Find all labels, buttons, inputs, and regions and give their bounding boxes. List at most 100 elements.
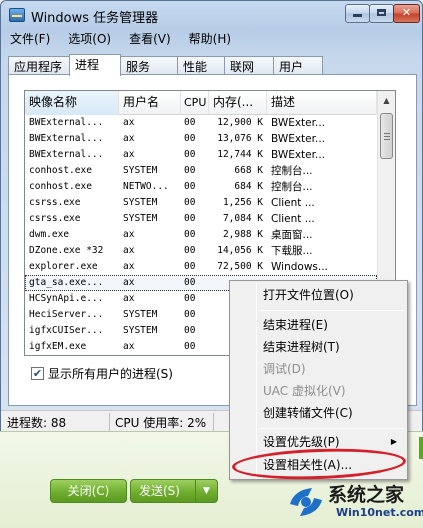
process-user: ax: [123, 133, 135, 144]
process-name: BWExternal...: [29, 149, 104, 160]
process-cpu: 00: [184, 197, 196, 208]
column-description[interactable]: 描述: [267, 91, 377, 115]
title-bar[interactable]: Windows 任务管理器 ✕: [1, 1, 422, 29]
submenu-arrow-icon: ▶: [390, 437, 397, 446]
process-user: SYSTEM: [123, 309, 158, 320]
process-memory: 13,076 K: [217, 133, 263, 144]
process-description: Client ...: [271, 213, 315, 225]
column-memory[interactable]: 内存(...: [209, 91, 267, 115]
send-dropdown-icon[interactable]: ▼: [195, 480, 217, 502]
process-user: NETWO...: [123, 181, 169, 192]
cpu-usage: CPU 使用率: 2%: [115, 416, 207, 430]
menu-file[interactable]: 文件(F): [1, 28, 59, 48]
tab-users[interactable]: 用户: [273, 56, 323, 75]
scroll-up-icon[interactable]: ▲: [380, 93, 393, 108]
menu-bar: 文件(F) 选项(O) 查看(V) 帮助(H): [1, 28, 422, 48]
menu-end-process[interactable]: 结束进程(E): [232, 314, 405, 336]
process-row[interactable]: BWExternal... ax 00 12,744 K BWExter...: [25, 147, 377, 163]
process-user: SYSTEM: [123, 213, 158, 224]
close-button[interactable]: ✕: [393, 4, 420, 23]
process-row[interactable]: conhost.exe NETWO... 00 684 K 控制台...: [25, 179, 377, 195]
menu-create-dump-file[interactable]: 创建转储文件(C): [232, 402, 405, 424]
process-user: SYSTEM: [123, 325, 158, 336]
process-cpu: 00: [184, 149, 196, 160]
process-name: conhost.exe: [29, 165, 92, 176]
show-all-users-checkbox[interactable]: ✔: [31, 366, 44, 380]
window-title: Windows 任务管理器: [31, 11, 159, 26]
process-user: ax: [123, 149, 135, 160]
process-cpu: 00: [184, 165, 196, 176]
menu-end-process-tree[interactable]: 结束进程树(T): [232, 336, 405, 358]
column-user-name[interactable]: 用户名: [119, 91, 181, 115]
menu-options[interactable]: 选项(O): [59, 28, 120, 48]
show-all-users-option[interactable]: ✔ 显示所有用户的进程(S): [31, 365, 173, 381]
process-row[interactable]: DZone.exe *32 ax 00 14,056 K 下载服...: [25, 243, 377, 259]
process-cpu: 00: [184, 117, 196, 128]
process-name: conhost.exe: [29, 181, 92, 192]
process-row[interactable]: explorer.exe ax 00 72,500 K Windows...: [25, 259, 377, 275]
tab-processes[interactable]: 进程: [69, 54, 121, 76]
process-name: csrss.exe: [29, 213, 81, 224]
process-description: Windows...: [271, 261, 328, 273]
chat-send-button[interactable]: 发送(S) ▼: [130, 479, 218, 503]
watermark-logo-icon: [290, 488, 322, 516]
menu-open-file-location[interactable]: 打开文件位置(O): [232, 284, 405, 306]
menu-separator: [260, 428, 404, 429]
process-row[interactable]: csrss.exe SYSTEM 00 7,084 K Client ...: [25, 211, 377, 227]
watermark: 系统之家 Win10net.com: [286, 478, 423, 528]
process-user: ax: [123, 229, 135, 240]
maximize-icon: [377, 9, 386, 16]
scroll-thumb[interactable]: [380, 113, 393, 159]
tab-applications[interactable]: 应用程序: [8, 56, 70, 75]
process-memory: 12,744 K: [217, 149, 263, 160]
process-row[interactable]: conhost.exe SYSTEM 00 668 K 控制台...: [25, 163, 377, 179]
process-description: 下载服...: [271, 245, 313, 257]
process-memory: 2,988 K: [222, 229, 263, 240]
process-cpu: 00: [184, 293, 196, 304]
process-row[interactable]: BWExternal... ax 00 12,900 K BWExter...: [25, 115, 377, 131]
process-memory: 14,056 K: [217, 245, 263, 256]
process-cpu: 00: [184, 229, 196, 240]
process-description: BWExter...: [271, 133, 326, 145]
process-name: csrss.exe: [29, 197, 81, 208]
process-user: SYSTEM: [123, 197, 158, 208]
process-user: ax: [123, 341, 135, 352]
tab-networking[interactable]: 联网: [224, 56, 274, 75]
chat-window-edge: [419, 437, 423, 459]
show-all-users-label: 显示所有用户的进程(S): [48, 366, 173, 381]
process-cpu: 00: [184, 213, 196, 224]
menu-view[interactable]: 查看(V): [120, 28, 180, 48]
status-divider: [213, 413, 214, 431]
process-description: 控制台...: [271, 181, 313, 193]
process-list-header: 映像名称 用户名 CPU 内存(... 描述: [25, 91, 377, 115]
tab-services[interactable]: 服务: [120, 56, 178, 75]
process-row[interactable]: dwm.exe ax 00 2,988 K 桌面窗...: [25, 227, 377, 243]
process-memory: 12,900 K: [217, 117, 263, 128]
process-name: DZone.exe *32: [29, 245, 104, 256]
process-name: BWExternal...: [29, 117, 104, 128]
menu-debug: 调试(D): [263, 362, 306, 376]
minimize-button[interactable]: [345, 4, 370, 23]
process-cpu: 00: [184, 261, 196, 272]
column-image-name[interactable]: 映像名称: [25, 91, 119, 115]
process-cpu: 00: [184, 133, 196, 144]
process-cpu: 00: [184, 309, 196, 320]
process-user: ax: [123, 261, 135, 272]
chat-close-button[interactable]: 关闭(C): [50, 479, 127, 503]
menu-help[interactable]: 帮助(H): [180, 28, 240, 48]
process-row[interactable]: csrss.exe SYSTEM 00 1,256 K Client ...: [25, 195, 377, 211]
close-icon: ✕: [401, 6, 412, 19]
process-description: 控制台...: [271, 165, 313, 177]
tab-performance[interactable]: 性能: [177, 56, 225, 75]
process-description: 桌面窗...: [271, 229, 313, 241]
process-name: gta_sa.exe...: [29, 277, 104, 288]
maximize-button[interactable]: [369, 4, 394, 23]
process-cpu: 00: [184, 325, 196, 336]
process-cpu: 00: [184, 277, 196, 288]
column-cpu[interactable]: CPU: [181, 91, 209, 115]
process-memory: 684 K: [234, 181, 263, 192]
process-user: SYSTEM: [123, 165, 158, 176]
minimize-icon: [353, 14, 362, 17]
process-row[interactable]: BWExternal... ax 00 13,076 K BWExter...: [25, 131, 377, 147]
watermark-title: 系统之家: [328, 484, 405, 506]
